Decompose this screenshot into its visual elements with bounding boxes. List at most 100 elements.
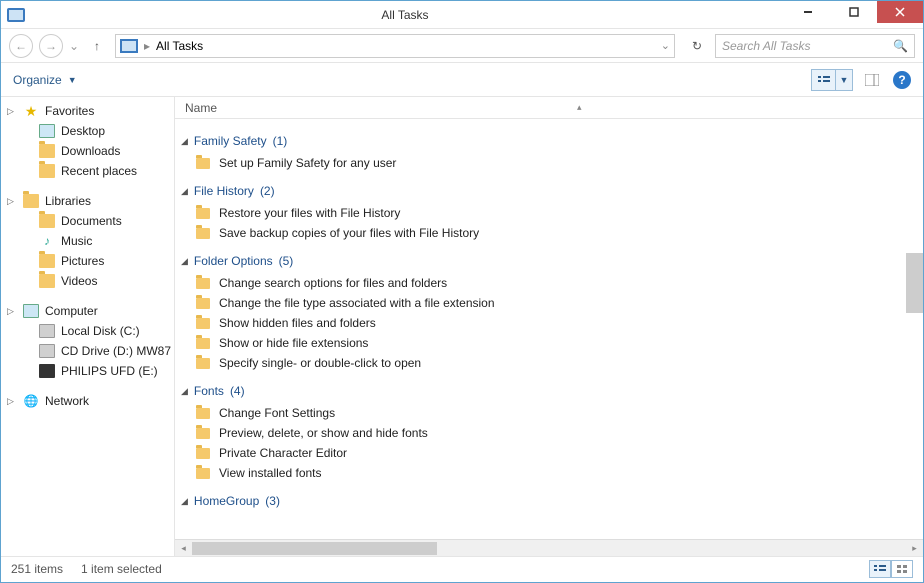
search-placeholder: Search All Tasks <box>722 39 893 53</box>
main-panel: Name ▴ ◢Family Safety(1) Set up Family Sa… <box>175 97 923 556</box>
cd-icon <box>39 344 55 358</box>
task-label: Show or hide file extensions <box>219 336 368 350</box>
task-label: Set up Family Safety for any user <box>219 156 396 170</box>
status-view-buttons <box>869 560 913 578</box>
title-bar: All Tasks <box>1 1 923 29</box>
usb-icon <box>39 364 55 378</box>
collapse-icon: ◢ <box>181 386 188 397</box>
scroll-left-icon[interactable]: ◂ <box>175 540 192 557</box>
task-item[interactable]: Change Font Settings <box>181 403 923 423</box>
horizontal-scrollbar[interactable]: ◂ ▸ <box>175 539 923 556</box>
column-header[interactable]: Name ▴ <box>175 97 923 119</box>
sidebar-item-documents[interactable]: Documents <box>1 211 174 231</box>
view-list-icon[interactable] <box>812 70 836 90</box>
task-item[interactable]: Preview, delete, or show and hide fonts <box>181 423 923 443</box>
music-icon: ♪ <box>39 234 55 248</box>
group-name: Family Safety <box>194 134 267 148</box>
maximize-button[interactable] <box>831 1 877 23</box>
refresh-button[interactable]: ↻ <box>685 34 709 58</box>
task-list[interactable]: ◢Family Safety(1) Set up Family Safety fo… <box>175 119 923 539</box>
status-selected: 1 item selected <box>81 562 162 576</box>
dropdown-icon: ▼ <box>68 75 77 85</box>
task-icon <box>195 356 211 370</box>
task-icon <box>195 406 211 420</box>
sidebar-item-cd-drive[interactable]: CD Drive (D:) MW87 <box>1 341 174 361</box>
group-name: Fonts <box>194 384 224 398</box>
task-item[interactable]: Restore your files with File History <box>181 203 923 223</box>
sidebar-item-videos[interactable]: Videos <box>1 271 174 291</box>
libraries-icon <box>23 194 39 208</box>
collapse-icon: ◢ <box>181 186 188 197</box>
group-count: (2) <box>260 184 275 198</box>
task-item[interactable]: Show or hide file extensions <box>181 333 923 353</box>
chevron-right-icon: ▸ <box>144 39 150 53</box>
task-icon <box>195 466 211 480</box>
sidebar-computer[interactable]: ▷Computer <box>1 301 174 321</box>
sidebar-libraries[interactable]: ▷Libraries <box>1 191 174 211</box>
search-input[interactable]: Search All Tasks 🔍 <box>715 34 915 58</box>
group-header[interactable]: ◢File History(2) <box>181 179 923 203</box>
network-icon: 🌐 <box>23 394 39 408</box>
desktop-icon <box>39 124 55 138</box>
folder-icon <box>39 144 55 158</box>
group-count: (4) <box>230 384 245 398</box>
organize-menu[interactable]: Organize ▼ <box>13 73 77 87</box>
sidebar-item-music[interactable]: ♪Music <box>1 231 174 251</box>
pictures-icon <box>39 254 55 268</box>
group-name: Folder Options <box>194 254 273 268</box>
minimize-button[interactable] <box>785 1 831 23</box>
group-header[interactable]: ◢ Fonts (4) <box>181 379 923 403</box>
folder-icon <box>39 164 55 178</box>
sidebar-item-downloads[interactable]: Downloads <box>1 141 174 161</box>
vertical-scrollbar-thumb[interactable] <box>906 253 923 313</box>
column-name: Name <box>185 101 217 115</box>
scroll-track[interactable] <box>192 540 906 557</box>
group-count: (3) <box>265 494 280 508</box>
details-view-button[interactable] <box>869 560 891 578</box>
back-button[interactable]: ← <box>9 34 33 58</box>
group-header[interactable]: ◢Folder Options(5) <box>181 249 923 273</box>
sidebar-favorites[interactable]: ▷★Favorites <box>1 101 174 121</box>
history-dropdown[interactable]: ⌄ <box>69 39 79 53</box>
task-item[interactable]: Change the file type associated with a f… <box>181 293 923 313</box>
sidebar-item-desktop[interactable]: Desktop <box>1 121 174 141</box>
documents-icon <box>39 214 55 228</box>
view-mode-control[interactable]: ▼ <box>811 69 853 91</box>
task-item[interactable]: Private Character Editor <box>181 443 923 463</box>
up-button[interactable]: ↑ <box>85 34 109 58</box>
task-label: Change the file type associated with a f… <box>219 296 495 310</box>
task-icon <box>195 276 211 290</box>
address-dropdown-icon[interactable]: ⌄ <box>661 39 670 52</box>
address-bar[interactable]: ▸ All Tasks ⌄ <box>115 34 675 58</box>
content-area: ▷★Favorites Desktop Downloads Recent pla… <box>1 97 923 556</box>
sidebar-item-usb[interactable]: PHILIPS UFD (E:) <box>1 361 174 381</box>
group-header[interactable]: ◢HomeGroup(3) <box>181 489 923 513</box>
icons-view-button[interactable] <box>891 560 913 578</box>
scroll-thumb[interactable] <box>192 542 437 555</box>
task-item[interactable]: Save backup copies of your files with Fi… <box>181 223 923 243</box>
help-button[interactable]: ? <box>893 71 911 89</box>
sidebar-item-recent[interactable]: Recent places <box>1 161 174 181</box>
organize-label: Organize <box>13 73 62 87</box>
view-dropdown-icon[interactable]: ▼ <box>836 70 852 90</box>
close-button[interactable] <box>877 1 923 23</box>
task-item[interactable]: Set up Family Safety for any user <box>181 153 923 173</box>
sidebar-item-local-disk[interactable]: Local Disk (C:) <box>1 321 174 341</box>
preview-pane-button[interactable] <box>861 69 883 91</box>
sidebar-network[interactable]: ▷🌐Network <box>1 391 174 411</box>
disk-icon <box>39 324 55 338</box>
task-item[interactable]: Specify single- or double-click to open <box>181 353 923 373</box>
task-icon <box>195 226 211 240</box>
toolbar: Organize ▼ ▼ ? <box>1 63 923 97</box>
scroll-right-icon[interactable]: ▸ <box>906 540 923 557</box>
task-label: Private Character Editor <box>219 446 347 460</box>
group-header[interactable]: ◢Family Safety(1) <box>181 129 923 153</box>
task-item[interactable]: Change search options for files and fold… <box>181 273 923 293</box>
task-icon <box>195 156 211 170</box>
forward-button[interactable]: → <box>39 34 63 58</box>
sidebar-item-pictures[interactable]: Pictures <box>1 251 174 271</box>
task-item[interactable]: Show hidden files and folders <box>181 313 923 333</box>
sort-indicator-icon: ▴ <box>577 102 582 113</box>
nav-bar: ← → ⌄ ↑ ▸ All Tasks ⌄ ↻ Search All Tasks… <box>1 29 923 63</box>
task-item[interactable]: View installed fonts <box>181 463 923 483</box>
